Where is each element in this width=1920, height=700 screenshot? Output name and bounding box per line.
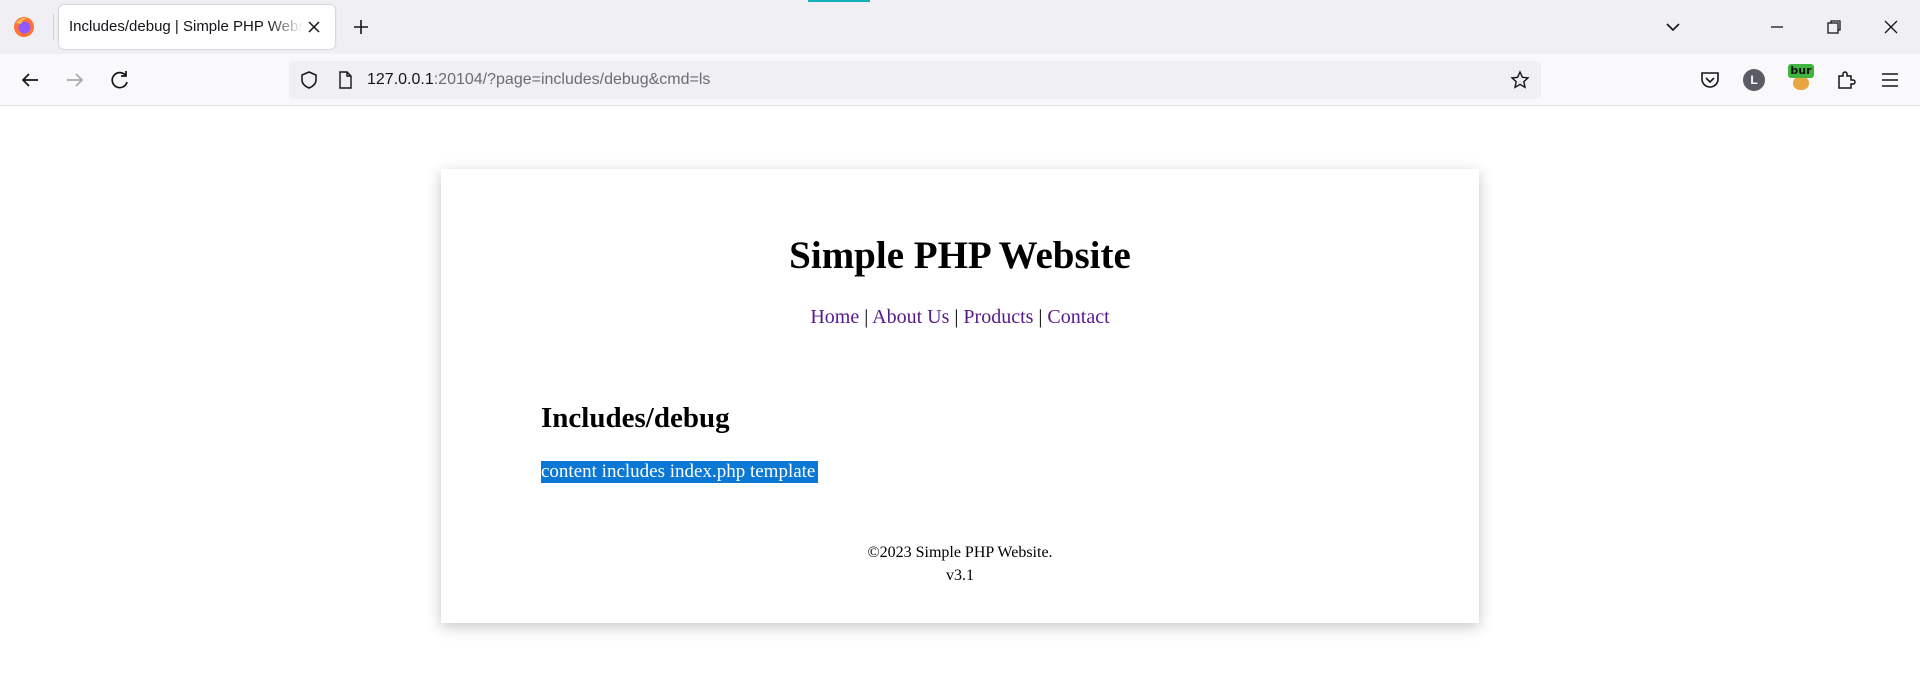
new-tab-icon[interactable]	[349, 15, 373, 39]
nav-separator: |	[864, 306, 869, 328]
page-heading: Includes/debug	[541, 402, 730, 434]
restore-icon[interactable]	[1823, 16, 1845, 38]
list-all-tabs-icon[interactable]	[1662, 16, 1684, 38]
url-bar[interactable]: 127.0.0.1:20104/?page=includes/debug&cmd…	[289, 61, 1541, 99]
firefox-icon[interactable]	[12, 15, 36, 39]
url-host: 127.0.0.1	[367, 71, 434, 88]
menu-hamburger-icon[interactable]	[1878, 68, 1902, 92]
burp-extension-icon[interactable]: bur	[1788, 64, 1814, 92]
reload-icon[interactable]	[106, 66, 134, 94]
active-tab[interactable]: Includes/debug | Simple PHP Website	[59, 5, 335, 49]
pocket-icon[interactable]	[1698, 68, 1722, 92]
footer-version: v3.1	[946, 567, 974, 584]
nav-separator: |	[1038, 306, 1043, 328]
nav-link-contact[interactable]: Contact	[1047, 306, 1109, 328]
nav-separator: |	[954, 306, 959, 328]
site-title: Simple PHP Website	[789, 234, 1131, 277]
minimize-icon[interactable]	[1766, 16, 1788, 38]
site-footer: ©2023 Simple PHP Website. v3.1	[441, 541, 1479, 587]
nav-link-home[interactable]: Home	[810, 306, 859, 328]
content-card: Simple PHP Website Home | About Us | Pro…	[441, 169, 1479, 623]
tab-title: Includes/debug | Simple PHP Website	[69, 18, 303, 35]
tab-separator	[53, 14, 54, 40]
tab-loading-accent	[808, 0, 870, 2]
close-tab-icon[interactable]	[305, 18, 323, 36]
close-window-icon[interactable]	[1880, 16, 1902, 38]
account-avatar[interactable]: L	[1743, 69, 1765, 91]
forward-icon[interactable]	[61, 66, 89, 94]
nav-link-about-us[interactable]: About Us	[872, 306, 949, 328]
page-viewport: Simple PHP Website Home | About Us | Pro…	[0, 106, 1920, 700]
url-text[interactable]: 127.0.0.1:20104/?page=includes/debug&cmd…	[367, 71, 710, 89]
tracking-protection-shield-icon[interactable]	[299, 70, 319, 90]
back-icon[interactable]	[16, 66, 44, 94]
site-navigation: Home | About Us | Products | Contact	[441, 306, 1479, 329]
extension-badge: bur	[1788, 64, 1814, 78]
footer-copyright: ©2023 Simple PHP Website.	[867, 544, 1053, 561]
navigation-toolbar: 127.0.0.1:20104/?page=includes/debug&cmd…	[0, 54, 1920, 106]
tab-strip: Includes/debug | Simple PHP Website	[0, 0, 1920, 54]
page-content-selected-text: content includes index.php template	[541, 461, 819, 483]
bookmark-star-icon[interactable]	[1510, 70, 1530, 90]
nav-link-products[interactable]: Products	[963, 306, 1033, 328]
extension-face-icon	[1793, 76, 1809, 90]
url-path: :20104/?page=includes/debug&cmd=ls	[433, 71, 711, 88]
extensions-puzzle-icon[interactable]	[1834, 68, 1858, 92]
page-info-icon[interactable]	[335, 70, 355, 90]
